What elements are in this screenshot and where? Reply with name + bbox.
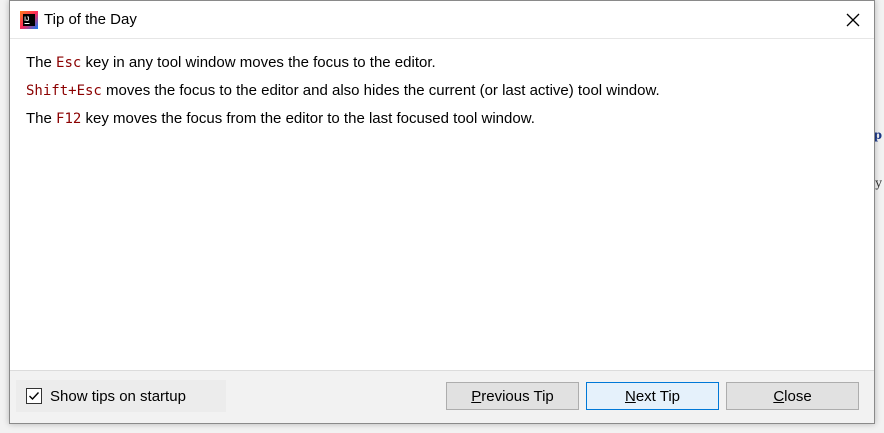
mnemonic: P — [471, 387, 482, 405]
shortcut-key: Shift+Esc — [26, 83, 102, 99]
button-label: ext Tip — [635, 387, 681, 405]
tip-text: The — [26, 110, 57, 127]
title-bar: IJ Tip of the Day — [10, 1, 874, 39]
tip-text: The — [26, 54, 57, 71]
next-tip-button[interactable]: Next Tip — [586, 382, 719, 410]
intellij-app-icon: IJ — [20, 10, 38, 29]
show-tips-checkbox[interactable]: Show tips on startup — [16, 380, 226, 412]
button-label: revious Tip — [481, 387, 554, 405]
mnemonic: N — [624, 387, 636, 405]
mnemonic: C — [773, 387, 785, 405]
dialog-footer: Show tips on startup Previous Tip Next T… — [10, 370, 874, 423]
checkmark-icon[interactable] — [26, 388, 42, 404]
tip-line: The F12 key moves the focus from the edi… — [26, 105, 858, 133]
tip-text: key in any tool window moves the focus t… — [81, 54, 436, 71]
close-icon[interactable] — [842, 9, 864, 31]
close-button[interactable]: Close — [726, 382, 859, 410]
shortcut-key: Esc — [56, 55, 82, 71]
button-label: lose — [784, 387, 812, 405]
tip-line: Shift+Esc moves the focus to the editor … — [26, 77, 858, 105]
tip-text: moves the focus to the editor and also h… — [101, 82, 660, 99]
shortcut-key: F12 — [56, 111, 82, 127]
tip-content: The Esc key in any tool window moves the… — [10, 39, 874, 143]
show-tips-label: Show tips on startup — [50, 387, 186, 405]
previous-tip-button[interactable]: Previous Tip — [446, 382, 579, 410]
dialog-title: Tip of the Day — [44, 11, 137, 28]
background-text-2: y — [875, 176, 882, 190]
tip-line: The Esc key in any tool window moves the… — [26, 49, 858, 77]
svg-text:IJ: IJ — [24, 17, 29, 23]
tip-text: key moves the focus from the editor to t… — [81, 110, 535, 127]
tip-of-the-day-dialog: IJ Tip of the Day The Esc key in any too… — [9, 0, 875, 424]
